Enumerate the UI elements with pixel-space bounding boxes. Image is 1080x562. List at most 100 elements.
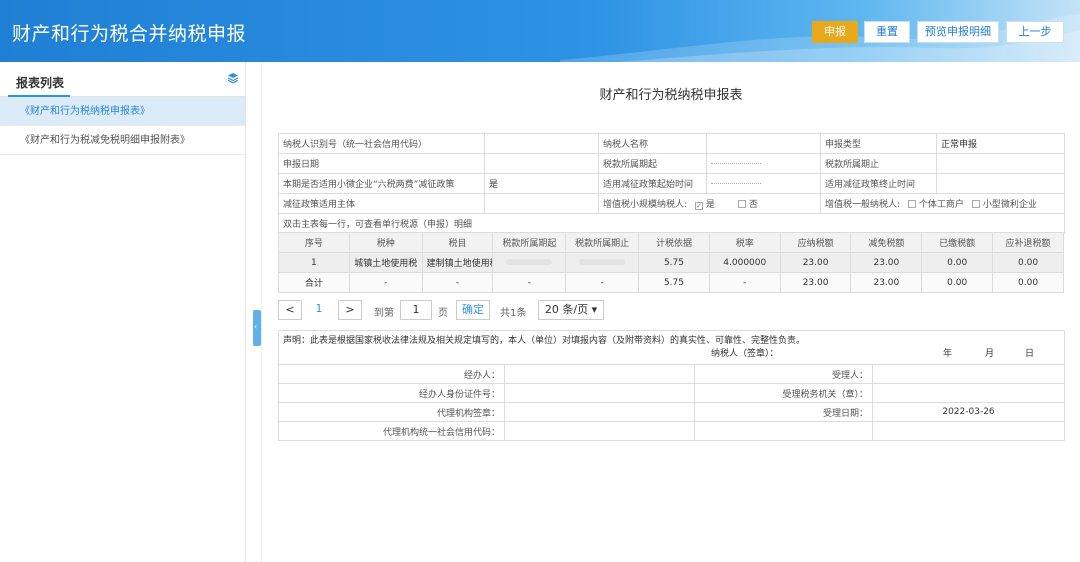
agency-code-value[interactable] [504, 421, 695, 441]
handler-value[interactable] [504, 364, 695, 384]
period-end-label: 税款所属期止 [820, 153, 937, 174]
vat-general-taxpayer-group: 增值税一般纳税人: 个体工商户 小型微利企业 [820, 193, 1065, 214]
cell-relief: 23.00 [850, 252, 923, 273]
policy-subject-label: 减征政策适用主体 [278, 193, 485, 214]
six-tax-policy-value[interactable]: 是 [484, 173, 599, 194]
cell-total-paid: 0.00 [921, 272, 994, 293]
app-header: 财产和行为税合并纳税申报 申报 重置 预览申报明细 上一步 [0, 0, 1080, 62]
handler-id-value[interactable] [504, 383, 695, 403]
col-header: 应补退税额 [992, 232, 1064, 253]
sidebar-collapse-handle[interactable]: ‹ [253, 310, 261, 346]
cell-payable: 23.00 [779, 252, 852, 273]
no-option-label: 否 [748, 200, 758, 210]
cell-dash: - [708, 272, 781, 293]
policy-end-label: 适用减征政策终止时间 [820, 173, 937, 194]
back-button[interactable]: 上一步 [1006, 21, 1064, 43]
individual-option-label: 个体工商户 [918, 200, 964, 210]
taxpayer-info-table: 纳税人识别号（统一社会信用代码） 纳税人名称 申报类型 正常申报 申报日期 税款… [278, 133, 1065, 234]
prev-page-button[interactable]: < [278, 300, 302, 320]
taxpayer-name-label: 纳税人名称 [598, 133, 707, 154]
table-row[interactable]: 1 城镇土地使用税 建制镇土地使用税 5.75 4.000000 23.00 2… [278, 252, 1064, 273]
cell-period-start [492, 252, 567, 273]
checkbox-no-icon[interactable] [737, 200, 746, 208]
col-header: 序号 [278, 232, 350, 253]
preview-button[interactable]: 预览申报明细 [917, 21, 999, 43]
policy-start-label: 适用减征政策起始时间 [598, 173, 707, 194]
sidebar-item-main-form[interactable]: 《财产和行为税纳税申报表》 [0, 97, 245, 126]
cell-period-end [565, 252, 640, 273]
period-end-value[interactable] [936, 153, 1065, 174]
handler-id-label: 经办人身份证件号： [278, 383, 505, 403]
page-number-input[interactable]: 1 [400, 300, 432, 320]
col-header: 税目 [421, 232, 494, 253]
tax-office-value[interactable] [871, 383, 1066, 403]
cell-total-relief: 23.00 [850, 272, 923, 293]
tax-office-label: 受理税务机关（章）： [694, 383, 873, 403]
redacted-value [711, 162, 761, 164]
receiver-value[interactable] [871, 364, 1066, 384]
next-page-button[interactable]: > [338, 300, 362, 320]
agency-code-label: 代理机构统一社会信用代码： [278, 421, 505, 441]
declare-type-value: 正常申报 [936, 133, 1065, 154]
micro-option-label: 小型微利企业 [982, 200, 1037, 210]
cell-total-payable: 23.00 [779, 272, 852, 293]
receiver-label: 受理人： [694, 364, 873, 384]
divider [261, 62, 262, 562]
redacted-value [711, 182, 761, 184]
policy-end-value[interactable] [936, 173, 1065, 194]
cell-rate: 4.000000 [708, 252, 781, 273]
col-header: 已缴税额 [921, 232, 994, 253]
declaration-statement-cell: 声明：此表是根据国家税收法律法规及相关规定填写的，本人（单位）对填报内容（及附带… [277, 330, 1066, 365]
declare-type-label: 申报类型 [820, 133, 937, 154]
checkbox-micro-icon[interactable] [971, 200, 980, 208]
six-tax-policy-label: 本期是否适用小微企业“六税两费”减征政策 [278, 173, 485, 194]
page-size-select[interactable]: 20 条/页 ▾ [538, 300, 604, 320]
col-header: 税款所属期起 [492, 232, 567, 253]
confirm-page-button[interactable]: 确定 [456, 300, 490, 320]
declare-button[interactable]: 申报 [812, 21, 858, 43]
cell-dash: - [348, 272, 423, 293]
goto-label: 到第 [374, 308, 394, 319]
sidebar-item-relief-form[interactable]: 《财产和行为税减免税明细申报附表》 [0, 126, 245, 155]
double-click-hint: 双击主表每一行，可查看单行税源（申报）明细 [278, 213, 1065, 234]
table-total-row: 合计 - - - - 5.75 - 23.00 23.00 0.00 0.00 [278, 272, 1064, 293]
agency-seal-value[interactable] [504, 402, 695, 422]
taxpayer-name-value[interactable] [706, 133, 821, 154]
taxpayer-id-label: 纳税人识别号（统一社会信用代码） [278, 133, 485, 154]
period-start-value[interactable] [706, 153, 821, 174]
year-label: 年 [943, 348, 953, 359]
chevron-left-icon: ‹ [254, 322, 258, 331]
policy-start-value[interactable] [706, 173, 821, 194]
col-header: 税款所属期止 [565, 232, 640, 253]
col-header: 税率 [708, 232, 781, 253]
current-page[interactable]: 1 [310, 300, 328, 320]
layers-icon[interactable] [227, 72, 239, 84]
cell-refund: 0.00 [992, 252, 1064, 273]
taxpayer-id-value[interactable] [484, 133, 599, 154]
declare-date-label: 申报日期 [278, 153, 485, 174]
checkbox-individual-icon[interactable] [907, 200, 916, 208]
cell-dash: - [565, 272, 640, 293]
handler-label: 经办人： [278, 364, 505, 384]
declaration-statement: 声明：此表是根据国家税收法律法规及相关规定填写的，本人（单位）对填报内容（及附带… [283, 335, 806, 346]
month-label: 月 [985, 348, 995, 359]
declaration-table: 声明：此表是根据国家税收法律法规及相关规定填写的，本人（单位）对填报内容（及附带… [277, 330, 1066, 441]
table-header-row: 序号 税种 税目 税款所属期起 税款所属期止 计税依据 税率 应纳税额 减免税额… [278, 232, 1064, 253]
cell-dash: - [492, 272, 567, 293]
declare-date-value[interactable] [484, 153, 599, 174]
sidebar-title: 报表列表 [16, 76, 65, 90]
accept-date-label: 受理日期： [694, 402, 873, 422]
sidebar: 报表列表 《财产和行为税纳税申报表》 《财产和行为税减免税明细申报附表》 [0, 62, 246, 562]
cell-paid: 0.00 [921, 252, 994, 273]
cell-total-label: 合计 [278, 272, 350, 293]
reset-button[interactable]: 重置 [864, 21, 910, 43]
col-header: 应纳税额 [779, 232, 852, 253]
col-header: 计税依据 [638, 232, 710, 253]
cell-total-basis: 5.75 [638, 272, 710, 293]
form-title: 财产和行为税纳税申报表 [599, 88, 743, 103]
cell-tax: 城镇土地使用税 [348, 252, 423, 273]
app-title: 财产和行为税合并纳税申报 [12, 23, 247, 45]
vat-small-taxpayer-group: 增值税小规模纳税人: ✓ 是 否 [598, 193, 821, 214]
total-count: 共1条 [500, 308, 527, 319]
checkbox-yes-icon[interactable]: ✓ [694, 202, 703, 210]
